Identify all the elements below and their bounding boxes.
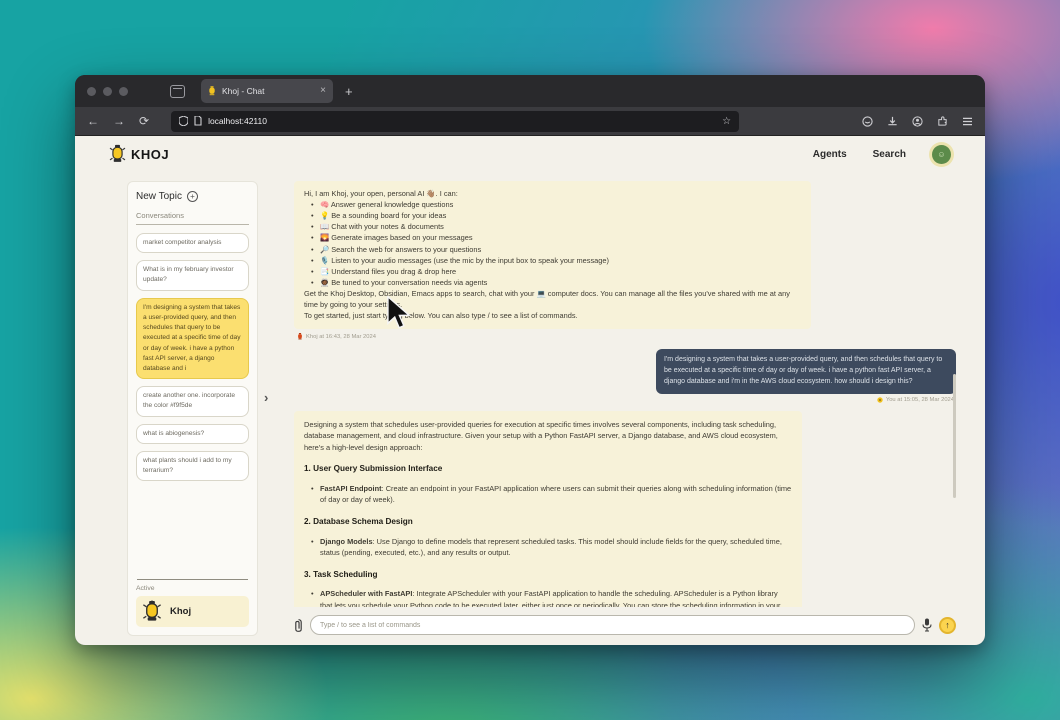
response-bullet: APScheduler with FastAPI: Integrate APSc… — [304, 588, 792, 607]
lantern-icon — [109, 144, 126, 164]
user-message-timestamp: You at 15:05, 28 Mar 2024 — [294, 397, 954, 403]
browser-navbar: ← → ⟳ localhost:42110 ☆ — [75, 107, 985, 136]
bullet-term: APScheduler with FastAPI — [320, 589, 412, 598]
welcome-bullet: 📑 Understand files you drag & drop here — [304, 266, 801, 277]
active-agent-card[interactable]: Khoj — [136, 596, 249, 627]
response-heading: 2. Database Schema Design — [304, 516, 792, 529]
bullet-text: : Create an endpoint in your FastAPI app… — [320, 484, 791, 504]
url-text: localhost:42110 — [208, 116, 267, 126]
timestamp-text: Khoj at 16:43, 28 Mar 2024 — [306, 334, 376, 340]
chat-input[interactable] — [310, 615, 915, 635]
download-icon[interactable] — [886, 115, 898, 127]
tab-title: Khoj - Chat — [222, 86, 265, 96]
active-agent-name: Khoj — [170, 606, 191, 617]
new-topic-button[interactable]: New Topic + — [136, 191, 249, 202]
conversation-item[interactable]: what is abiogenesis? — [136, 424, 249, 444]
firefox-view-icon[interactable] — [170, 85, 185, 98]
welcome-bullet: 📖 Chat with your notes & documents — [304, 221, 801, 232]
back-icon[interactable]: ← — [87, 115, 99, 127]
user-message: I'm designing a system that takes a user… — [656, 349, 956, 394]
app-nav: Agents Search ☺ — [813, 145, 951, 164]
user-avatar[interactable]: ☺ — [932, 145, 951, 164]
conversation-sidebar: New Topic + Conversations market competi… — [127, 181, 258, 636]
bullet-text: : Use Django to define models that repre… — [320, 537, 782, 557]
browser-tab[interactable]: Khoj - Chat × — [201, 79, 333, 103]
forward-icon[interactable]: → — [113, 115, 125, 127]
response-bullet: Django Models: Use Django to define mode… — [304, 536, 792, 559]
chat-area: Hi, I am Khoj, your open, personal AI 👋🏽… — [294, 181, 956, 607]
url-bar[interactable]: localhost:42110 ☆ — [171, 111, 739, 132]
extensions-icon[interactable] — [936, 115, 948, 127]
conversation-item-active[interactable]: I'm designing a system that takes a user… — [136, 298, 249, 380]
page-info-icon[interactable] — [194, 116, 202, 126]
chat-scrollbar[interactable] — [953, 374, 956, 498]
welcome-bullet: 🌄 Generate images based on your messages — [304, 232, 801, 243]
khoj-mini-icon — [297, 333, 303, 340]
bullet-term: Django Models — [320, 537, 373, 546]
khoj-favicon — [208, 86, 216, 96]
welcome-bullet: 🧠 Answer general knowledge questions — [304, 199, 801, 210]
khoj-page: KHOJ Agents Search ☺ New Topic + Convers… — [75, 136, 985, 645]
search-link[interactable]: Search — [873, 149, 906, 160]
desktop-background: { "colors": { "accent_yellow": "#fcc50b"… — [0, 0, 1060, 720]
window-zoom-button[interactable] — [119, 87, 128, 96]
new-tab-button[interactable]: + — [345, 84, 353, 99]
conversation-item[interactable]: create another one. incorporate the colo… — [136, 386, 249, 416]
browser-toolbar-icons — [861, 115, 973, 127]
conversation-item[interactable]: what plants should i add to my terrarium… — [136, 451, 249, 481]
welcome-bullet: 🔎 Search the web for answers to your que… — [304, 244, 801, 255]
close-tab-icon[interactable]: × — [320, 86, 326, 96]
window-minimize-button[interactable] — [103, 87, 112, 96]
user-mini-icon — [877, 397, 883, 403]
conversation-item[interactable]: market competitor analysis — [136, 233, 249, 253]
sidebar-divider — [137, 579, 248, 580]
lantern-icon — [142, 600, 162, 623]
welcome-bullet: 🎙️ Listen to your audio messages (use th… — [304, 255, 801, 266]
khoj-logo[interactable]: KHOJ — [109, 144, 169, 164]
active-label: Active — [136, 585, 249, 592]
bookmark-star-icon[interactable]: ☆ — [722, 116, 731, 127]
response-heading: 3. Task Scheduling — [304, 569, 792, 582]
welcome-outro: To get started, just start typing below.… — [304, 310, 801, 321]
chat-input-bar: ↑ — [294, 613, 956, 637]
sidebar-collapse-chevron-icon[interactable]: › — [264, 390, 268, 405]
send-button[interactable]: ↑ — [939, 617, 956, 634]
conversation-item[interactable]: What is in my february investor update? — [136, 260, 249, 290]
plus-icon: + — [187, 191, 198, 202]
menu-icon[interactable] — [961, 115, 973, 127]
response-intro: Designing a system that schedules user-p… — [304, 419, 792, 453]
khoj-message-timestamp: Khoj at 16:43, 28 Mar 2024 — [297, 333, 956, 340]
conversations-label: Conversations — [136, 211, 249, 225]
arrow-up-icon: ↑ — [945, 621, 950, 630]
welcome-intro: Hi, I am Khoj, your open, personal AI 👋🏽… — [304, 188, 801, 199]
khoj-welcome-message: Hi, I am Khoj, your open, personal AI 👋🏽… — [294, 181, 811, 329]
browser-titlebar: Khoj - Chat × + — [75, 75, 985, 107]
window-controls[interactable] — [87, 87, 128, 96]
attach-paperclip-icon[interactable] — [294, 618, 303, 633]
timestamp-text: You at 15:05, 28 Mar 2024 — [886, 397, 954, 403]
refresh-icon[interactable]: ⟳ — [139, 115, 149, 127]
app-header: KHOJ Agents Search ☺ — [75, 136, 985, 172]
account-icon[interactable] — [911, 115, 923, 127]
khoj-response-message: Designing a system that schedules user-p… — [294, 411, 802, 607]
welcome-outro: Get the Khoj Desktop, Obsidian, Emacs ap… — [304, 288, 801, 310]
shield-icon[interactable] — [179, 116, 188, 126]
response-heading: 1. User Query Submission Interface — [304, 463, 792, 476]
bullet-term: FastAPI Endpoint — [320, 484, 382, 493]
response-bullet: FastAPI Endpoint: Create an endpoint in … — [304, 483, 792, 506]
privacy-badge-icon[interactable] — [861, 115, 873, 127]
welcome-bullet: 👩🏾‍🚀 Be tuned to your conversation needs… — [304, 277, 801, 288]
new-topic-label: New Topic — [136, 191, 182, 202]
mic-icon[interactable] — [922, 618, 932, 632]
window-close-button[interactable] — [87, 87, 96, 96]
browser-window: Khoj - Chat × + ← → ⟳ localhost:42110 ☆ — [75, 75, 985, 645]
agents-link[interactable]: Agents — [813, 149, 847, 160]
welcome-bullet: 💡 Be a sounding board for your ideas — [304, 210, 801, 221]
logo-text: KHOJ — [131, 147, 169, 162]
